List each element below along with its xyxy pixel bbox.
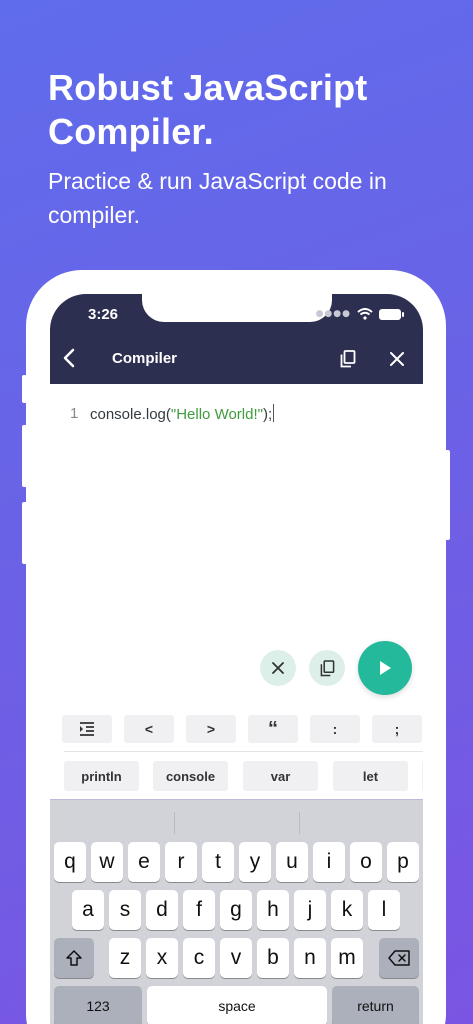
run-button[interactable]	[358, 641, 412, 695]
key-e[interactable]: e	[128, 842, 160, 882]
symbol-button-colon[interactable]: :	[310, 715, 360, 743]
text-caret	[273, 404, 275, 422]
key-t[interactable]: t	[202, 842, 234, 882]
shift-icon	[66, 950, 82, 966]
copy-code-button[interactable]	[309, 650, 345, 686]
app-bar: 3:26 ●●●● Compiler	[50, 294, 423, 384]
key-i[interactable]: i	[313, 842, 345, 882]
code-token: console.log(	[90, 406, 171, 423]
divider	[64, 751, 423, 752]
line-number: 1	[70, 405, 79, 422]
return-key[interactable]: return	[332, 986, 419, 1024]
copy-icon[interactable]	[340, 350, 356, 368]
phone-notch	[142, 294, 332, 322]
key-r[interactable]: r	[165, 842, 197, 882]
key-v[interactable]: v	[220, 938, 252, 978]
key-w[interactable]: w	[91, 842, 123, 882]
key-d[interactable]: d	[146, 890, 178, 930]
phone-side-button	[444, 450, 450, 540]
key-a[interactable]: a	[72, 890, 104, 930]
suggestion-separator	[174, 812, 175, 834]
key-h[interactable]: h	[257, 890, 289, 930]
phone-side-button	[22, 425, 28, 487]
promo-headline: Robust JavaScript Compiler.	[48, 67, 368, 152]
clear-button[interactable]	[260, 650, 296, 686]
phone-side-button	[22, 502, 28, 564]
key-j[interactable]: j	[294, 890, 326, 930]
key-f[interactable]: f	[183, 890, 215, 930]
backspace-key[interactable]	[379, 938, 419, 978]
snippet-button-console[interactable]: console	[153, 761, 228, 791]
key-n[interactable]: n	[294, 938, 326, 978]
key-o[interactable]: o	[350, 842, 382, 882]
space-key[interactable]: space	[147, 986, 327, 1024]
status-time: 3:26	[88, 306, 119, 323]
copy-icon	[320, 659, 334, 676]
key-y[interactable]: y	[239, 842, 271, 882]
key-g[interactable]: g	[220, 890, 252, 930]
shift-key[interactable]	[54, 938, 94, 978]
indent-icon	[80, 722, 94, 736]
symbol-button-lt[interactable]: <	[124, 715, 174, 743]
key-l[interactable]: l	[368, 890, 400, 930]
key-s[interactable]: s	[109, 890, 141, 930]
key-b[interactable]: b	[257, 938, 289, 978]
page-title: Compiler	[112, 350, 178, 367]
key-m[interactable]: m	[331, 938, 363, 978]
suggestion-separator	[299, 812, 300, 834]
symbol-button-semicolon[interactable]: ;	[372, 715, 422, 743]
code-editor-line[interactable]: console.log("Hello World!");	[90, 404, 275, 423]
battery-icon	[379, 308, 404, 320]
symbol-toolbar: < > “ : ;	[50, 715, 423, 745]
chevron-left-icon[interactable]	[62, 348, 76, 368]
snippet-button-let[interactable]: let	[333, 761, 408, 791]
key-k[interactable]: k	[331, 890, 363, 930]
phone-screen: 3:26 ●●●● Compiler 1 console.log("Hello …	[50, 294, 423, 1024]
numbers-key[interactable]: 123	[54, 986, 142, 1024]
snippet-button-println[interactable]: println	[64, 761, 139, 791]
phone-side-button	[22, 375, 28, 403]
snippet-button-partial[interactable]	[422, 761, 423, 791]
close-icon[interactable]	[390, 352, 404, 366]
play-icon	[380, 661, 391, 675]
symbol-button-gt[interactable]: >	[186, 715, 236, 743]
backspace-icon	[388, 950, 410, 966]
snippet-button-var[interactable]: var	[243, 761, 318, 791]
key-z[interactable]: z	[109, 938, 141, 978]
code-string-token: "Hello World!"	[170, 406, 263, 423]
code-token: );	[262, 406, 273, 423]
snippet-toolbar: println console var let	[50, 761, 423, 791]
status-icons: ●●●●	[315, 308, 404, 320]
key-c[interactable]: c	[183, 938, 215, 978]
key-x[interactable]: x	[146, 938, 178, 978]
key-u[interactable]: u	[276, 842, 308, 882]
indent-button[interactable]	[62, 715, 112, 743]
key-q[interactable]: q	[54, 842, 86, 882]
promo-subline: Practice & run JavaScript code in compil…	[48, 168, 387, 228]
key-p[interactable]: p	[387, 842, 419, 882]
symbol-button-quote[interactable]: “	[248, 715, 298, 743]
close-icon	[272, 662, 284, 674]
keyboard: q w e r t y u i o p a s d f g h j k l z …	[50, 800, 423, 1024]
wifi-icon	[357, 308, 373, 320]
signal-icon: ●●●●	[315, 309, 351, 319]
